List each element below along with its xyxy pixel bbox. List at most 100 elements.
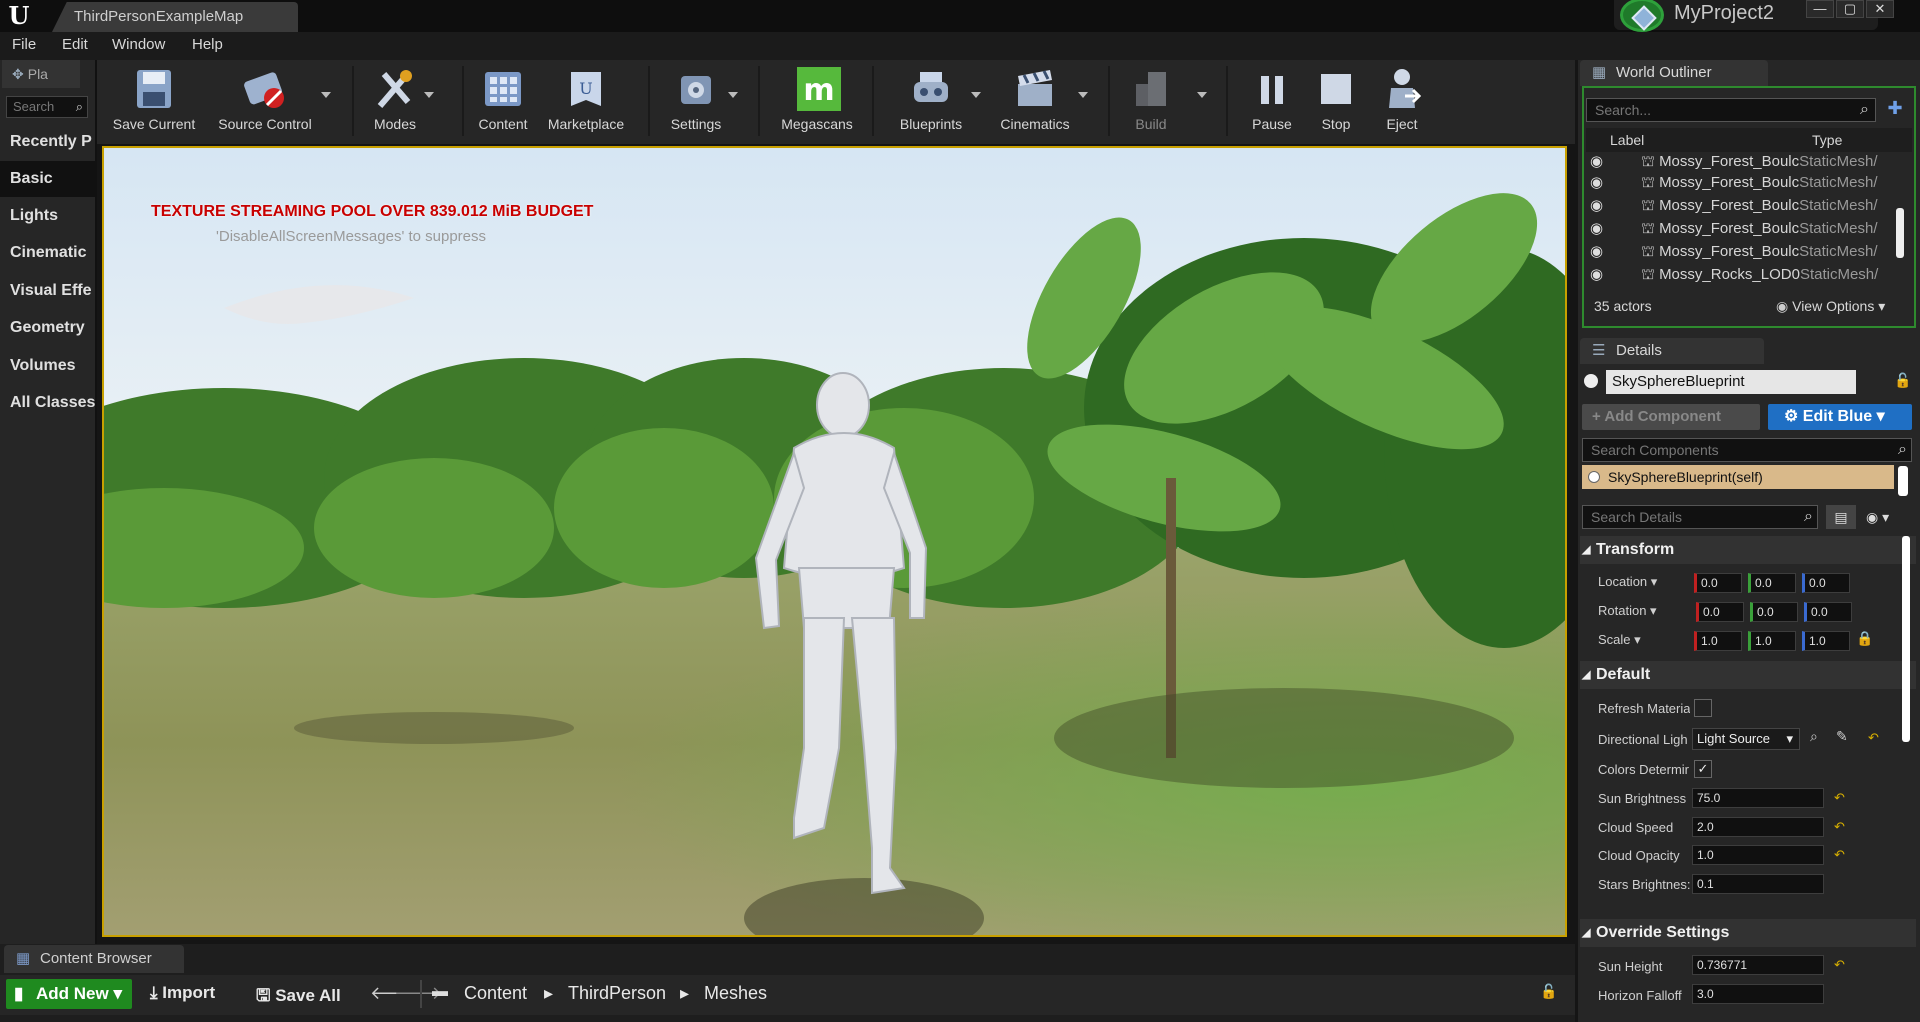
sun-brightness-field[interactable]: 75.0 [1692, 788, 1824, 808]
settings-dropdown-icon[interactable] [728, 92, 738, 98]
section-default[interactable]: ◢ Default [1580, 661, 1916, 689]
edit-blueprint-button[interactable]: ⚙ Edit Blue ▾ [1768, 404, 1912, 430]
visibility-eye-icon[interactable]: ◉ [1590, 174, 1603, 191]
source-control-dropdown-icon[interactable] [321, 92, 331, 98]
visibility-eye-icon[interactable]: ◉ [1590, 220, 1603, 237]
pause-button[interactable]: Pause [1240, 62, 1304, 142]
rotation-z-field[interactable]: 0.0 [1804, 602, 1852, 622]
cloud-speed-field[interactable]: 2.0 [1692, 817, 1824, 837]
outliner-search-input[interactable]: Search... ⌕ [1586, 98, 1876, 122]
build-button[interactable]: Build [1118, 62, 1184, 142]
browse-search-icon[interactable]: ⌕ [1810, 728, 1818, 745]
scale-y-field[interactable]: 1.0 [1748, 631, 1796, 651]
place-search-input[interactable]: Search ⌕ [6, 96, 88, 118]
modes-dropdown-icon[interactable] [424, 92, 434, 98]
property-matrix-icon[interactable]: ▤ [1826, 505, 1856, 529]
category-visual-effects[interactable]: Visual Effe [0, 273, 97, 309]
content-browser-tab[interactable]: ▦ Content Browser [4, 945, 184, 973]
breadcrumb-content[interactable]: Content [464, 983, 527, 1004]
blueprints-button[interactable]: Blueprints [886, 62, 976, 142]
outliner-scrollbar[interactable] [1896, 208, 1904, 258]
rotation-x-field[interactable]: 0.0 [1696, 602, 1744, 622]
blueprints-dropdown-icon[interactable] [971, 92, 981, 98]
cinematics-dropdown-icon[interactable] [1078, 92, 1088, 98]
minimize-button[interactable]: — [1806, 0, 1834, 18]
save-current-button[interactable]: Save Current [106, 62, 202, 142]
details-scrollbar[interactable] [1902, 536, 1910, 742]
unreal-logo-icon[interactable]: U [4, 2, 34, 30]
source-control-button[interactable]: Source Control [212, 62, 318, 142]
section-transform[interactable]: ◢ Transform [1580, 536, 1916, 564]
column-type[interactable]: Type [1812, 132, 1842, 148]
visibility-eye-icon[interactable]: ◉ [1590, 243, 1603, 260]
lock-icon[interactable]: 🔓 [1540, 983, 1557, 1000]
reset-to-default-icon[interactable]: ↶ [1868, 730, 1879, 746]
level-tab[interactable]: ThirdPersonExampleMap [52, 2, 298, 32]
horizon-falloff-field[interactable]: 3.0 [1692, 984, 1824, 1004]
cloud-opacity-field[interactable]: 1.0 [1692, 845, 1824, 865]
category-geometry[interactable]: Geometry [0, 310, 97, 346]
scale-z-field[interactable]: 1.0 [1802, 631, 1850, 651]
search-components-input[interactable]: Search Components ⌕ [1582, 438, 1912, 462]
breadcrumb-separator-icon[interactable]: ▸ [544, 983, 553, 1004]
maximize-button[interactable]: ▢ [1836, 0, 1864, 18]
column-label[interactable]: Label [1610, 132, 1644, 148]
outliner-row[interactable]: ◉ ⛫ Mossy_Forest_BoulcStaticMesh/ [1588, 150, 1910, 173]
megascans-button[interactable]: m Megascans [772, 62, 862, 142]
world-outliner-tab[interactable]: ▦ World Outliner [1580, 60, 1768, 86]
close-window-button[interactable]: ✕ [1866, 0, 1894, 18]
reset-to-default-icon[interactable]: ↶ [1834, 819, 1845, 835]
eyedropper-icon[interactable]: ✎ [1836, 728, 1848, 745]
level-viewport[interactable] [102, 146, 1567, 937]
lock-icon[interactable]: 🔓 [1894, 372, 1911, 389]
content-button[interactable]: Content [470, 62, 536, 142]
outliner-row[interactable]: ◉ ⛫ Mossy_Forest_BoulcStaticMesh/ [1588, 217, 1910, 240]
object-name-field[interactable]: SkySphereBlueprint [1606, 370, 1856, 394]
category-lights[interactable]: Lights [0, 198, 97, 234]
save-all-button[interactable]: 🖫 Save All [256, 983, 341, 1012]
lock-scale-icon[interactable]: 🔒 [1856, 630, 1873, 647]
scale-label[interactable]: Scale ▾ [1598, 632, 1690, 648]
rotation-label[interactable]: Rotation ▾ [1598, 603, 1690, 619]
place-mode-tab[interactable]: ✥ Pla [2, 60, 80, 88]
breadcrumb-meshes[interactable]: Meshes [704, 983, 767, 1004]
refresh-material-checkbox[interactable] [1694, 699, 1712, 717]
details-tab[interactable]: ☰ Details [1580, 338, 1764, 364]
modes-button[interactable]: Modes [362, 62, 428, 142]
add-component-button[interactable]: + Add Component [1582, 404, 1760, 430]
outliner-row[interactable]: ◉ ⛫ Mossy_Forest_BoulcStaticMesh/ [1588, 194, 1910, 217]
light-source-dropdown[interactable]: Light Source ▾ [1692, 728, 1800, 750]
category-all-classes[interactable]: All Classes [0, 385, 97, 421]
category-cinematic[interactable]: Cinematic [0, 235, 97, 271]
category-basic[interactable]: Basic [0, 161, 97, 197]
menu-file[interactable]: File [12, 36, 36, 53]
settings-button[interactable]: Settings [660, 62, 732, 142]
visibility-eye-icon[interactable]: ◉ [1590, 197, 1603, 214]
eject-button[interactable]: Eject [1372, 62, 1432, 142]
rotation-y-field[interactable]: 0.0 [1750, 602, 1798, 622]
visibility-filter-icon[interactable]: ◉ ▾ [1866, 505, 1910, 529]
colors-determined-checkbox[interactable]: ✓ [1694, 760, 1712, 778]
stop-button[interactable]: Stop [1306, 62, 1366, 142]
location-z-field[interactable]: 0.0 [1802, 573, 1850, 593]
menu-help[interactable]: Help [192, 36, 223, 53]
components-scrollbar[interactable] [1898, 466, 1908, 496]
view-options-button[interactable]: ◉ View Options ▾ [1776, 298, 1885, 315]
cinematics-button[interactable]: Cinematics [990, 62, 1080, 142]
menu-window[interactable]: Window [112, 36, 165, 53]
section-override-settings[interactable]: ◢ Override Settings [1580, 919, 1916, 947]
stars-brightness-field[interactable]: 0.1 [1692, 874, 1824, 894]
search-details-input[interactable]: Search Details ⌕ [1582, 505, 1818, 529]
reset-to-default-icon[interactable]: ↶ [1834, 790, 1845, 806]
outliner-row[interactable]: ◉ ⛫ Mossy_Forest_BoulcStaticMesh/ [1588, 171, 1910, 194]
breadcrumb-thirdperson[interactable]: ThirdPerson [568, 983, 666, 1004]
location-y-field[interactable]: 0.0 [1748, 573, 1796, 593]
breadcrumb-separator-icon[interactable]: ▸ [680, 983, 689, 1004]
reset-to-default-icon[interactable]: ↶ [1834, 847, 1845, 863]
marketplace-button[interactable]: U Marketplace [540, 62, 632, 142]
sun-height-field[interactable]: 0.736771 [1692, 955, 1824, 975]
outliner-row[interactable]: ◉ ⛫ Mossy_Forest_BoulcStaticMesh/ [1588, 240, 1910, 263]
category-volumes[interactable]: Volumes [0, 348, 97, 384]
reset-to-default-icon[interactable]: ↶ [1834, 957, 1845, 973]
visibility-eye-icon[interactable]: ◉ [1590, 153, 1603, 170]
